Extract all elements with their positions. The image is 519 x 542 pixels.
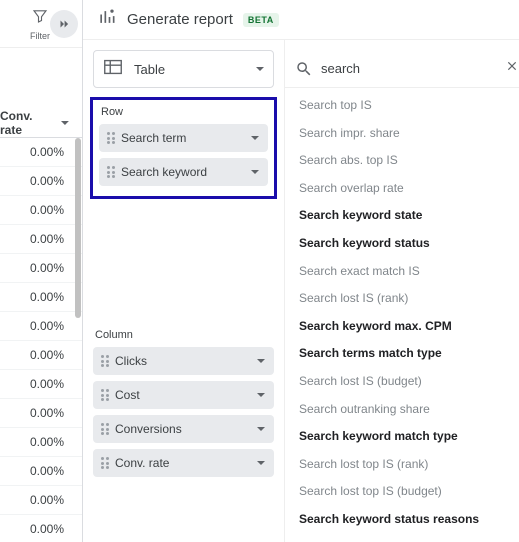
chevron-down-icon — [256, 390, 266, 400]
row-chips: Search term Search keyword — [99, 124, 268, 186]
search-result-item[interactable]: Search keyword match type — [285, 423, 519, 451]
search-bar — [285, 50, 519, 88]
table-row: 0.00% — [0, 515, 82, 542]
field-chip[interactable]: Search keyword — [99, 158, 268, 186]
beta-badge: BETA — [243, 13, 279, 27]
search-result-item[interactable]: Search lost IS (rank) — [285, 285, 519, 313]
panel-title: Generate report — [127, 11, 233, 28]
table-row: 0.00% — [0, 486, 82, 515]
builder-column: Table Row Search term Search keyword Colu… — [83, 40, 285, 542]
view-type-label: Table — [134, 62, 245, 77]
panel-header: Generate report BETA — [83, 0, 519, 40]
close-icon — [505, 59, 519, 73]
data-rows: 0.00%0.00%0.00%0.00%0.00%0.00%0.00%0.00%… — [0, 138, 82, 542]
chevron-right-double-icon — [57, 17, 71, 31]
table-row: 0.00% — [0, 167, 82, 196]
table-row: 0.00% — [0, 196, 82, 225]
column-section: Column Clicks Cost Conversions Conv. rate — [93, 329, 274, 487]
table-row: 0.00% — [0, 138, 82, 167]
search-results: Search top ISSearch impr. shareSearch ab… — [285, 88, 519, 542]
metric-search-panel: Search top ISSearch impr. shareSearch ab… — [285, 40, 519, 542]
chip-label: Clicks — [115, 354, 250, 368]
drag-handle-icon — [107, 132, 115, 144]
chip-label: Search keyword — [121, 165, 244, 179]
search-result-item[interactable]: Search lost IS (budget) — [285, 368, 519, 396]
drag-handle-icon — [101, 389, 109, 401]
column-chips: Clicks Cost Conversions Conv. rate — [93, 347, 274, 477]
field-chip[interactable]: Clicks — [93, 347, 274, 375]
chevron-down-icon — [256, 356, 266, 366]
view-type-select[interactable]: Table — [93, 50, 274, 88]
table-row: 0.00% — [0, 399, 82, 428]
chevron-down-icon — [250, 133, 260, 143]
search-result-item[interactable]: Search outranking share — [285, 396, 519, 424]
field-chip[interactable]: Cost — [93, 381, 274, 409]
drag-handle-icon — [101, 355, 109, 367]
expand-panel-button[interactable] — [50, 10, 78, 38]
search-input[interactable] — [321, 61, 497, 76]
report-builder-panel: Generate report BETA Table Row Search te… — [82, 0, 519, 542]
report-icon — [97, 7, 117, 32]
chip-label: Conversions — [115, 422, 250, 436]
chip-label: Conv. rate — [115, 456, 250, 470]
table-row: 0.00% — [0, 283, 82, 312]
table-row: 0.00% — [0, 428, 82, 457]
chip-label: Search term — [121, 131, 244, 145]
chevron-down-icon — [255, 64, 265, 74]
chip-label: Cost — [115, 388, 250, 402]
field-chip[interactable]: Conv. rate — [93, 449, 274, 477]
filter-label: Filter — [30, 31, 50, 41]
table-row: 0.00% — [0, 312, 82, 341]
field-chip[interactable]: Conversions — [93, 415, 274, 443]
table-row: 0.00% — [0, 457, 82, 486]
scrollbar-thumb[interactable] — [75, 138, 81, 318]
search-result-item[interactable]: Search overlap rate — [285, 175, 519, 203]
clear-search-button[interactable] — [505, 59, 519, 78]
search-result-item[interactable]: Search keyword status reasons — [285, 506, 519, 534]
search-result-item[interactable]: Search keyword status — [285, 230, 519, 258]
search-result-item[interactable]: Search exact match IS — [285, 258, 519, 286]
table-row: 0.00% — [0, 225, 82, 254]
filter-toolbar: Filter — [0, 0, 82, 48]
table-row: 0.00% — [0, 254, 82, 283]
search-result-item[interactable]: Search keyword max. CPM — [285, 313, 519, 341]
column-header-conv-rate[interactable]: Conv. rate — [0, 108, 82, 138]
search-result-item[interactable]: Search terms match type — [285, 340, 519, 368]
field-chip[interactable]: Search term — [99, 124, 268, 152]
search-result-item[interactable]: Search lost top IS (budget) — [285, 478, 519, 506]
table-row: 0.00% — [0, 370, 82, 399]
search-result-item[interactable]: Search impr. share — [285, 120, 519, 148]
filter-icon — [31, 7, 49, 30]
drag-handle-icon — [101, 457, 109, 469]
row-section: Row Search term Search keyword — [90, 97, 277, 199]
column-header-label: Conv. rate — [0, 109, 57, 137]
chevron-down-icon — [256, 458, 266, 468]
search-result-item[interactable]: Search keyword state — [285, 202, 519, 230]
left-data-panel: Filter Conv. rate 0.00%0.00%0.00%0.00%0.… — [0, 0, 82, 542]
search-result-item[interactable]: Search top IS — [285, 92, 519, 120]
drag-handle-icon — [107, 166, 115, 178]
row-section-label: Row — [99, 106, 268, 118]
chevron-down-icon — [256, 424, 266, 434]
drag-handle-icon — [101, 423, 109, 435]
chevron-down-icon — [250, 167, 260, 177]
chevron-down-icon — [60, 118, 70, 128]
table-icon — [102, 56, 124, 83]
table-row: 0.00% — [0, 341, 82, 370]
search-result-item[interactable]: Network (with search partners) — [285, 534, 519, 542]
search-icon — [295, 60, 313, 78]
search-result-item[interactable]: Search lost top IS (rank) — [285, 451, 519, 479]
search-result-item[interactable]: Search abs. top IS — [285, 147, 519, 175]
filter-button[interactable]: Filter — [30, 7, 50, 41]
column-section-label: Column — [93, 329, 274, 341]
